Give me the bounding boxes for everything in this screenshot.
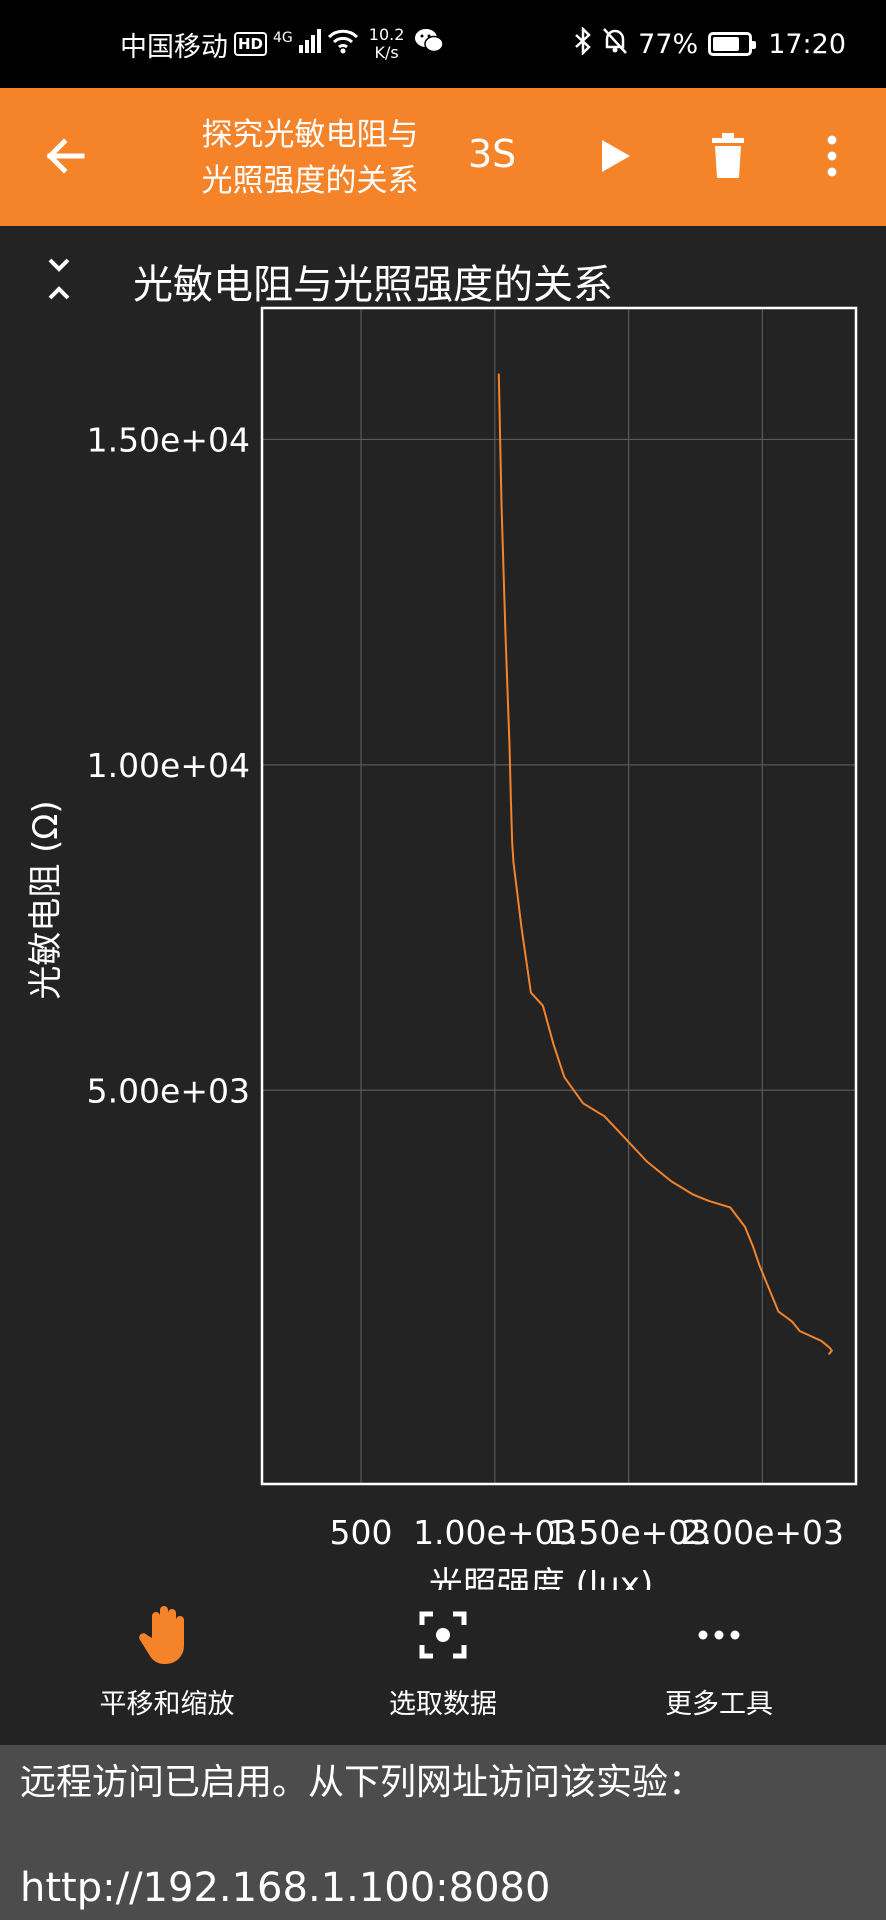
- hd-badge: HD: [234, 32, 268, 56]
- tool-icon-wrap: [57, 1600, 277, 1670]
- app-screen: 中国移动 HD 4G 10.2 K/s 77% 17:20 探究光敏电阻与 光照…: [0, 0, 886, 1920]
- y-axis-label: 光敏电阻 (Ω): [26, 800, 66, 999]
- delete-button[interactable]: [698, 126, 758, 186]
- net-speed: 10.2 K/s: [369, 26, 405, 62]
- back-arrow-icon: [46, 138, 85, 174]
- y-tick-label: 1.00e+04: [87, 746, 250, 785]
- carrier-name: 中国移动: [120, 31, 228, 63]
- mute-bell-icon: [602, 27, 628, 62]
- collapse-toggle-button[interactable]: [44, 256, 80, 304]
- pan-zoom-tool[interactable]: 平移和缩放: [57, 1600, 277, 1720]
- select-data-tool[interactable]: 选取数据: [333, 1600, 553, 1720]
- chart[interactable]: 5.00e+031.00e+041.50e+04500 1.00e+031.50e…: [0, 300, 886, 1590]
- x-axis-label: 光照强度 (lux): [429, 1565, 653, 1590]
- experiment-title: 探究光敏电阻与 光照强度的关系: [170, 112, 450, 204]
- series-line: [497, 373, 833, 1355]
- crop-select-icon: [419, 1611, 467, 1659]
- bluetooth-icon: [574, 25, 592, 62]
- more-vertical-icon: [827, 135, 837, 177]
- tool-icon-wrap: [609, 1600, 829, 1670]
- plot-frame: [260, 306, 858, 1486]
- back-button[interactable]: [36, 126, 96, 186]
- more-tools-label: 更多工具: [665, 1689, 773, 1720]
- tool-icon-wrap: [333, 1600, 553, 1670]
- experiment-title-line2: 光照强度的关系: [201, 163, 419, 199]
- clock-time: 17:20: [768, 28, 846, 60]
- play-icon: [602, 140, 630, 172]
- y-tick-label: 5.00e+03: [87, 1071, 250, 1110]
- x-tick-label: 2.00e+03: [681, 1513, 844, 1552]
- battery-percent: 77%: [638, 28, 699, 60]
- x-tick-label: 500: [330, 1513, 393, 1552]
- net-speed-value: 10.2: [368, 25, 405, 44]
- signal-icon: [298, 28, 321, 60]
- remote-access-banner: 远程访问已启用。从下列网址访问该实验： http://192.168.1.100…: [0, 1745, 886, 1920]
- status-right: 77% 17:20: [574, 0, 846, 88]
- pan-zoom-label: 平移和缩放: [99, 1689, 235, 1720]
- experiment-title-line1: 探究光敏电阻与: [201, 117, 419, 153]
- wechat-icon: [414, 28, 445, 61]
- battery-icon: [708, 32, 757, 56]
- battery-fill: [713, 37, 740, 51]
- select-data-label: 选取数据: [389, 1689, 497, 1720]
- play-button[interactable]: [584, 126, 644, 186]
- remote-access-message: 远程访问已启用。从下列网址访问该实验：: [20, 1762, 705, 1803]
- status-bar: 中国移动 HD 4G 10.2 K/s 77% 17:20: [0, 0, 886, 88]
- app-bar: 探究光敏电阻与 光照强度的关系 3S: [0, 88, 886, 226]
- wifi-icon: [327, 28, 359, 61]
- collapse-chevrons-icon: [48, 258, 70, 300]
- network-type: 4G: [273, 30, 293, 46]
- status-left: 中国移动 HD 4G 10.2 K/s: [120, 0, 445, 88]
- trash-icon: [712, 133, 744, 178]
- hand-icon: [139, 1606, 184, 1665]
- y-tick-label: 1.50e+04: [87, 420, 250, 459]
- net-speed-unit: K/s: [374, 43, 399, 62]
- remote-access-url[interactable]: http://192.168.1.100:8080: [20, 1862, 550, 1914]
- overflow-menu-button[interactable]: [802, 126, 862, 186]
- more-tools-tool[interactable]: 更多工具: [609, 1600, 829, 1720]
- timer-button[interactable]: 3S: [468, 132, 516, 176]
- more-horizontal-icon: [698, 1630, 740, 1640]
